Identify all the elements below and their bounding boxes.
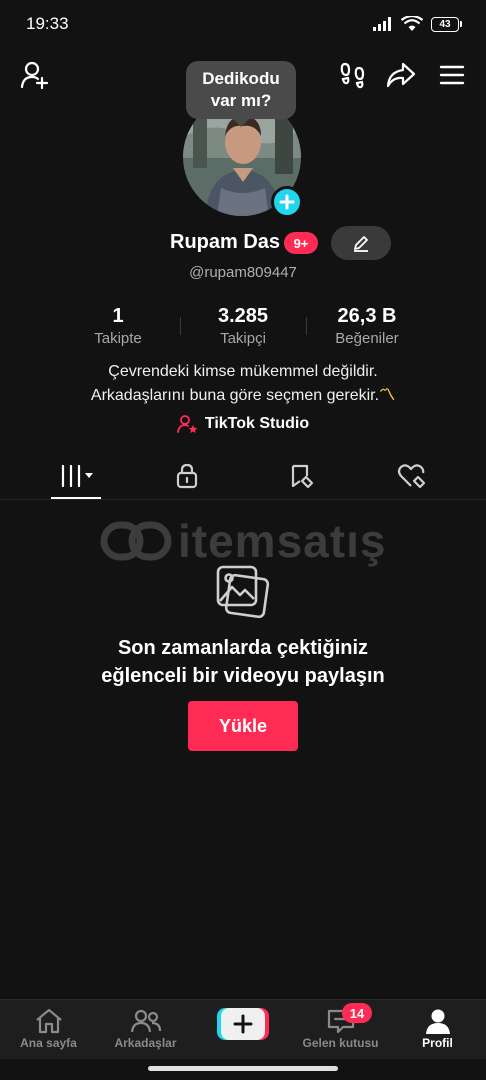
status-bar: 19:33 43: [0, 0, 486, 48]
nav-inbox-label: Gelen kutusu: [302, 1036, 379, 1050]
stat-likes-value: 26,3 B: [337, 305, 397, 327]
bio-emoji: 〽: [379, 387, 396, 404]
profile-bio: Çevrendeki kimse mükemmel değildir. Arka…: [0, 360, 486, 408]
empty-state-title: Son zamanlarda çektiğiniz eğlenceli bir …: [0, 634, 486, 690]
empty-title-line-1: Son zamanlarda çektiğiniz: [117, 637, 369, 659]
signal-icon: [373, 17, 391, 31]
create-button[interactable]: [217, 1008, 269, 1040]
nav-friends-label: Arkadaşlar: [114, 1036, 177, 1050]
pencil-icon: [354, 236, 368, 252]
bio-line-1: Çevrendeki kimse mükemmel değildir.: [108, 363, 378, 380]
tiktok-studio-link[interactable]: TikTok Studio: [0, 414, 486, 434]
profile-stats: 1 Takipte 3.285 Takipçi 26,3 B Beğeniler: [0, 305, 486, 351]
lock-icon: [176, 463, 197, 489]
status-time: 19:33: [26, 14, 69, 33]
nav-profile[interactable]: Profil: [389, 1000, 486, 1060]
photo-gallery-icon: [216, 565, 270, 619]
content-tabs: [0, 452, 486, 500]
name-row: Rupam Das 9+: [0, 226, 486, 260]
stat-divider: [180, 317, 181, 335]
nav-home[interactable]: Ana sayfa: [0, 1000, 97, 1060]
nav-friends[interactable]: Arkadaşlar: [97, 1000, 194, 1060]
tooltip-line1: Dedikodu: [202, 69, 280, 88]
tab-saved[interactable]: [240, 452, 361, 500]
bio-line-2: Arkadaşlarını buna göre seçmen gerekir.〽: [0, 384, 486, 408]
tab-videos[interactable]: [16, 452, 137, 500]
notification-badge[interactable]: 9+: [284, 232, 318, 254]
tab-liked[interactable]: [350, 452, 471, 500]
nav-inbox[interactable]: Gelen kutusu: [292, 1000, 389, 1060]
status-icons: 43: [373, 16, 462, 32]
saved-icon: [291, 464, 313, 489]
nudge-tooltip[interactable]: Dedikodu var mı?: [186, 61, 296, 127]
nav-home-label: Ana sayfa: [20, 1036, 77, 1050]
add-user-icon: [20, 61, 49, 90]
stat-following-value: 1: [112, 305, 124, 327]
share-button[interactable]: [384, 58, 418, 92]
tooltip-line2: var mı?: [210, 91, 272, 110]
stat-followers-label: Takipçi: [220, 330, 266, 347]
tab-private[interactable]: [126, 452, 247, 500]
inbox-badge: 14: [342, 1003, 372, 1023]
bio-line-2-text: Arkadaşlarını buna göre seçmen gerekir.: [90, 387, 380, 404]
watermark-logo: itemsatış: [100, 514, 386, 568]
liked-icon: [397, 464, 425, 489]
watermark-text: itemsatış: [178, 515, 387, 567]
footprints-icon: [340, 62, 365, 89]
stat-followers[interactable]: 3.285 Takipçi: [183, 305, 303, 347]
empty-state-icon: [214, 563, 272, 624]
menu-button[interactable]: [436, 58, 468, 92]
profile-name: Rupam Das: [170, 231, 281, 253]
wifi-icon: [401, 16, 423, 31]
upload-button[interactable]: Yükle: [188, 701, 298, 751]
battery-level: 43: [431, 16, 459, 32]
studio-user-star-icon: [176, 415, 198, 433]
bottom-navigation: Ana sayfa Arkadaşlar Gelen kutusu Profil: [0, 999, 486, 1059]
share-arrow-icon: [386, 62, 416, 88]
edit-profile-button[interactable]: [331, 226, 391, 260]
empty-title-line-2: eğlenceli bir videoyu paylaşın: [101, 665, 385, 687]
stat-following-label: Takipte: [94, 330, 142, 347]
add-avatar-button[interactable]: [271, 186, 303, 218]
hamburger-menu-icon: [439, 65, 465, 85]
stat-following[interactable]: 1 Takipte: [58, 305, 178, 347]
studio-label: TikTok Studio: [204, 415, 310, 432]
stat-followers-value: 3.285: [217, 305, 269, 327]
videos-grid-icon: [61, 464, 93, 488]
profile-views-button[interactable]: [336, 58, 370, 92]
link-logo-icon: [100, 521, 172, 561]
profile-handle: @rupam809447: [189, 264, 297, 281]
friends-icon: [130, 1009, 161, 1033]
stat-likes-label: Beğeniler: [335, 330, 399, 347]
add-friend-button[interactable]: [18, 58, 52, 92]
stat-likes[interactable]: 26,3 B Beğeniler: [307, 305, 427, 347]
home-indicator[interactable]: [148, 1066, 338, 1071]
active-tab-indicator: [51, 497, 101, 499]
profile-icon: [425, 1009, 450, 1034]
create-plus-icon: [217, 1008, 269, 1040]
nav-profile-label: Profil: [422, 1036, 453, 1050]
plus-icon: [279, 194, 295, 210]
home-icon: [35, 1008, 62, 1034]
battery-icon: 43: [431, 16, 462, 32]
